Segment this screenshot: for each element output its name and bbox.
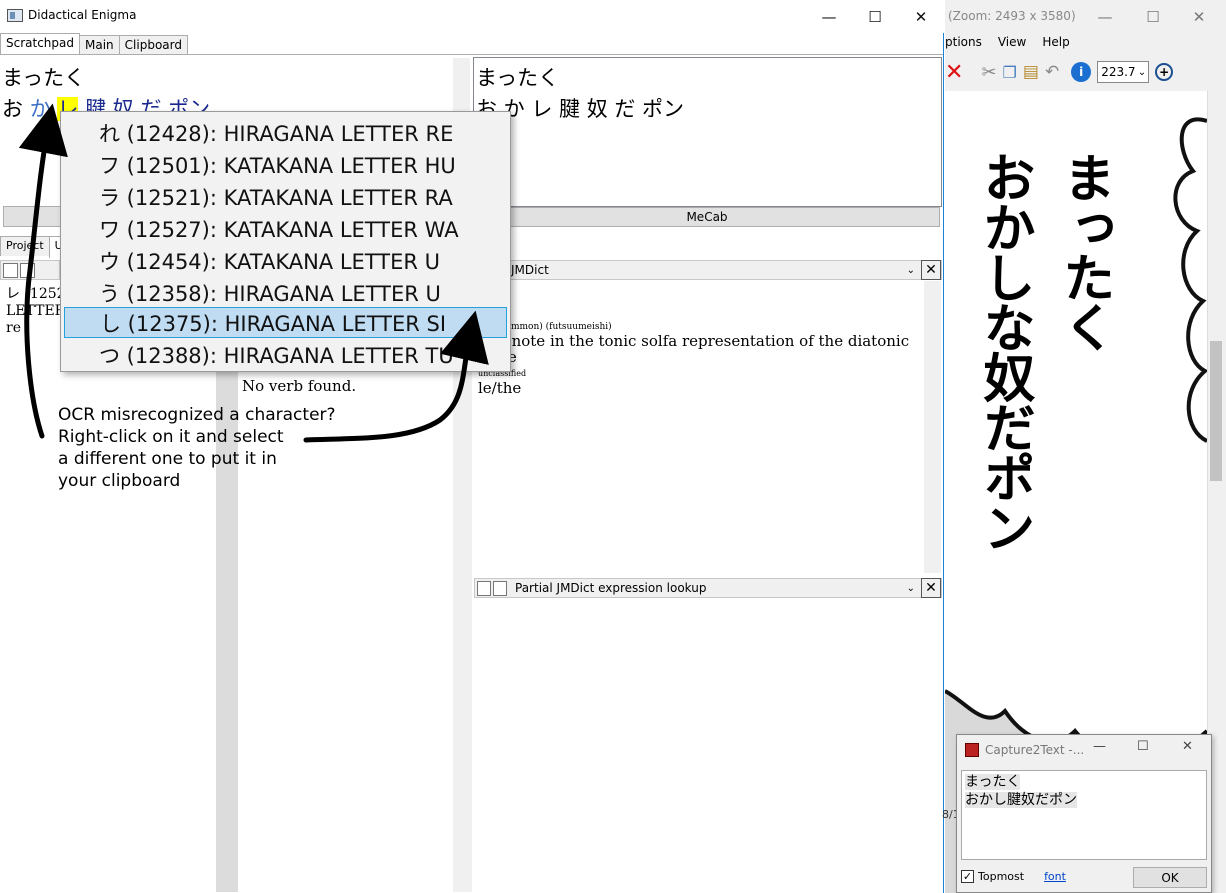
zoom-dropdown-icon: ⌄ bbox=[1137, 66, 1147, 78]
ok-button[interactable]: OK bbox=[1133, 867, 1207, 888]
capture2text-minimize-button[interactable]: — bbox=[1093, 739, 1106, 754]
menu-options[interactable]: ptions bbox=[945, 35, 982, 49]
capture2text-close-button[interactable]: ✕ bbox=[1182, 739, 1193, 754]
manga-text-column-2: おかしな奴だポン bbox=[974, 151, 1034, 551]
arrow-to-character bbox=[18, 103, 68, 439]
topmost-control[interactable]: ✓ Topmost font bbox=[961, 870, 1066, 883]
annotation-arrows bbox=[18, 103, 489, 443]
viewer-maximize-button[interactable]: ☐ bbox=[1133, 0, 1173, 33]
font-link[interactable]: font bbox=[1044, 870, 1066, 883]
viewer-scrollbar[interactable] bbox=[1207, 91, 1224, 791]
capture2text-app-icon bbox=[965, 743, 979, 757]
topmost-label: Topmost bbox=[978, 870, 1025, 883]
paste-icon[interactable]: ▤ bbox=[1023, 62, 1039, 82]
manga-text-column-1: まったく bbox=[1054, 151, 1114, 351]
viewer-title: (Zoom: 2493 x 3580) bbox=[948, 9, 1076, 23]
zoom-in-icon[interactable]: + bbox=[1155, 63, 1174, 81]
zoom-select[interactable]: 223.7 ⌄ bbox=[1097, 61, 1150, 83]
topmost-checkbox[interactable]: ✓ bbox=[961, 870, 974, 883]
viewer-minimize-button[interactable]: — bbox=[1085, 0, 1125, 33]
viewer-scroll-thumb[interactable] bbox=[1210, 341, 1222, 481]
copy-icon[interactable]: ❐ bbox=[1003, 63, 1017, 82]
arrow-to-menu-item bbox=[303, 310, 489, 443]
delete-icon[interactable]: ✕ bbox=[945, 60, 963, 85]
capture2text-window: Capture2Text -... — ☐ ✕ まったく おかし腱奴だポン ✓ … bbox=[956, 734, 1212, 893]
menu-view[interactable]: View bbox=[998, 35, 1026, 49]
capture2text-output[interactable]: まったく おかし腱奴だポン bbox=[961, 770, 1207, 860]
capture2text-line-2: おかし腱奴だポン bbox=[965, 792, 1077, 808]
viewer-close-button[interactable]: ✕ bbox=[1179, 0, 1219, 33]
viewer-toolbar: ✕ ✂ ❐ ▤ ↶ i 223.7 ⌄ + bbox=[945, 56, 1226, 88]
viewer-menu-bar: ptions View Help bbox=[945, 35, 1070, 49]
zoom-value: 223.7 bbox=[1101, 65, 1136, 79]
info-icon[interactable]: i bbox=[1071, 62, 1092, 82]
capture2text-line-1: まったく bbox=[965, 774, 1021, 790]
capture2text-title: Capture2Text -... bbox=[985, 743, 1085, 757]
cut-icon[interactable]: ✂ bbox=[981, 62, 996, 83]
capture2text-maximize-button[interactable]: ☐ bbox=[1137, 739, 1149, 754]
menu-help[interactable]: Help bbox=[1042, 35, 1069, 49]
undo-icon[interactable]: ↶ bbox=[1045, 62, 1059, 82]
